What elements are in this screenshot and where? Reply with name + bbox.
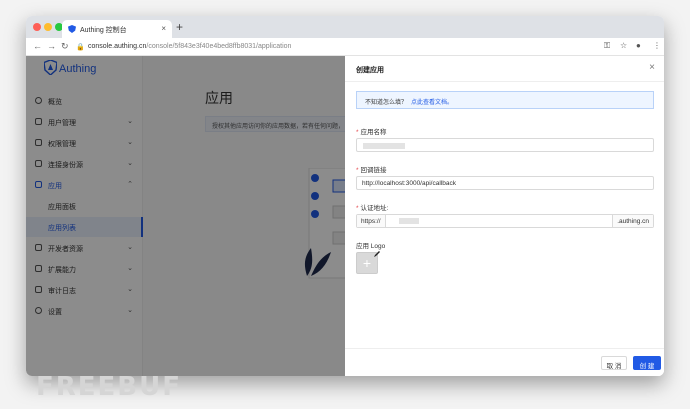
auth-address-label: * 认证地址: [356,205,389,212]
drawer-title: 创建应用 [356,67,384,74]
drawer-footer: 取 消 创 建 [345,348,664,376]
app-name-label: * 应用名称 [356,129,387,136]
url-host: console.authing.cn [88,43,147,50]
app-logo-label: 应用 Logo [356,243,386,250]
callback-label: * 回调链接 [356,167,387,174]
docs-link[interactable]: 点此查看文档。 [411,100,453,106]
help-text: 不知道怎么填？ [365,100,408,106]
cancel-button[interactable]: 取 消 [601,356,627,370]
browser-window: Authing 控制台 × + ← → ↻ 🔒 console.authing.… [26,16,664,376]
auth-suffix: .authing.cn [612,215,653,227]
callback-url-input[interactable]: http://localhost:3000/api/callback [356,176,654,190]
address-bar: ← → ↻ 🔒 console.authing.cn/console/5f843… [26,38,664,56]
title-bar: Authing 控制台 × + [26,16,664,38]
menu-dots-icon[interactable]: ⋮ [653,41,661,50]
browser-tab[interactable]: Authing 控制台 × [62,20,172,38]
profile-avatar-icon[interactable]: ● [636,41,641,50]
create-app-drawer: 创建应用 × 不知道怎么填？ 点此查看文档。 * 应用名称 * 回调链接 http:/… [345,56,664,376]
auth-prefix: https:// [357,215,386,227]
auth-subdomain-input[interactable] [391,215,611,227]
reload-icon[interactable]: ↻ [61,41,69,52]
app-name-input[interactable] [356,138,654,152]
modal-backdrop[interactable] [26,56,345,376]
back-icon[interactable]: ← [33,41,42,51]
tab-title: Authing 控制台 [80,27,127,34]
drawer-header: 创建应用 × [345,56,664,82]
tab-close-icon[interactable]: × [161,24,166,33]
star-icon[interactable]: ☆ [620,41,627,50]
authing-favicon-icon [68,25,76,33]
close-window-button[interactable] [33,23,41,31]
forward-icon[interactable]: → [47,41,56,51]
required-mark: * [356,129,359,136]
create-button[interactable]: 创 建 [633,356,661,370]
required-mark: * [356,205,359,212]
screenshot-stage: Authing 控制台 × + ← → ↻ 🔒 console.authing.… [0,0,690,409]
close-icon[interactable]: × [649,62,655,73]
auth-address-input-group: https:// .authing.cn [356,214,654,228]
key-icon[interactable]: ⚿ [604,41,610,51]
url-field[interactable]: console.authing.cn/console/5f843e3f40e4b… [88,43,291,50]
url-path: /console/5f843e3f40e4bed8ffb8031/applica… [146,43,292,50]
redacted-value [399,218,419,224]
minimize-window-button[interactable] [44,23,52,31]
redacted-value [363,143,405,149]
freebuf-watermark: FREEBUF [36,372,182,402]
help-alert: 不知道怎么填？ 点此查看文档。 [356,91,654,109]
lock-icon: 🔒 [76,44,85,51]
app-area: Authing 概览 用户管理 ⌄ 权限管理 ⌄ 连接身份源 ⌄ 应用 ⌃ 应用面板 应… [26,56,664,376]
new-tab-button[interactable]: + [176,20,183,34]
required-mark: * [356,167,359,174]
pen-icon [374,251,380,257]
